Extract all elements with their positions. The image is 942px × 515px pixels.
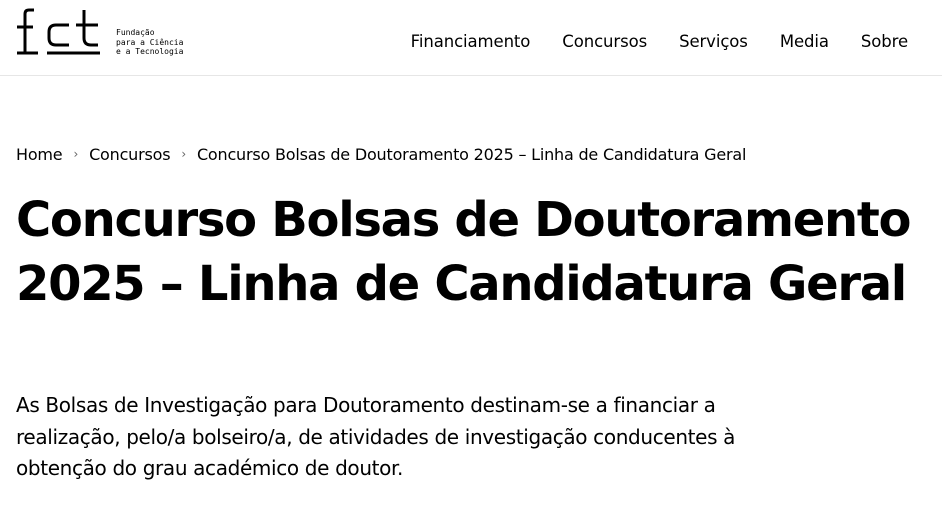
- breadcrumb-current: Concurso Bolsas de Doutoramento 2025 – L…: [196, 145, 747, 164]
- logo-text: Fundação para a Ciência e a Tecnologia: [116, 28, 183, 57]
- nav-item-financiamento[interactable]: Financiamento: [411, 32, 531, 52]
- breadcrumb-separator-icon: ›: [181, 147, 186, 161]
- breadcrumb-separator-icon: ›: [73, 147, 79, 161]
- logo-text-line: e a Tecnologia: [116, 47, 184, 56]
- main-nav: Financiamento Concursos Serviços Media S…: [411, 32, 908, 52]
- intro-paragraph: As Bolsas de Investigação para Doutorame…: [16, 390, 876, 485]
- nav-item-servicos[interactable]: Serviços: [679, 32, 748, 52]
- fct-logo[interactable]: Fundação para a Ciência e a Tecnologia: [16, 7, 183, 57]
- logo-text-line: para a Ciência: [116, 37, 184, 47]
- logo-text-line: Fundação: [116, 28, 155, 37]
- intro-line: As Bolsas de Investigação para Doutorame…: [16, 393, 716, 417]
- fct-logo-mark-icon: [17, 8, 100, 55]
- nav-item-sobre[interactable]: Sobre: [861, 32, 908, 52]
- nav-item-concursos[interactable]: Concursos: [562, 32, 647, 52]
- intro-line: realização, pelo/a bolseiro/a, de ativid…: [16, 424, 736, 449]
- breadcrumb: Home › Concursos › Concurso Bolsas de Do…: [16, 145, 746, 165]
- breadcrumb-home[interactable]: Home: [16, 145, 63, 165]
- page-title: Concurso Bolsas de Doutoramento 2025 – L…: [16, 188, 931, 316]
- page-title-line: Concurso Bolsas de Doutoramento: [16, 192, 911, 248]
- breadcrumb-concursos[interactable]: Concursos: [89, 145, 170, 165]
- intro-line: obtenção do grau académico de doutor.: [16, 456, 404, 480]
- site-header: Fundação para a Ciência e a Tecnologia F…: [0, 0, 942, 76]
- page-title-line: 2025 – Linha de Candidatura Geral: [16, 256, 907, 312]
- nav-item-media[interactable]: Media: [780, 32, 829, 52]
